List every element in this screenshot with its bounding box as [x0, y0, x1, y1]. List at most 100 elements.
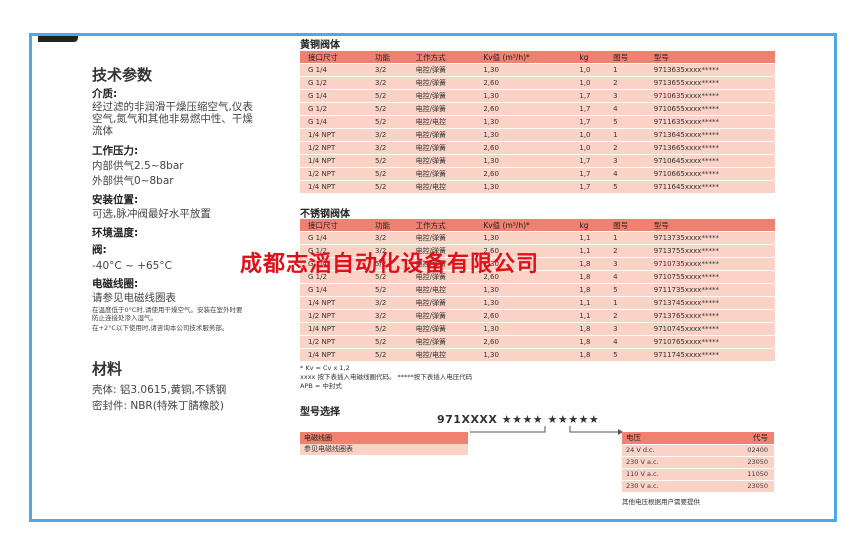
brass-col-header: 图号 — [605, 51, 646, 64]
table-cell: 1 — [605, 128, 646, 142]
note-small-1: 在温度低于0°C时,请使用干燥空气。安装在室外时要 — [92, 306, 243, 314]
voltage-row: 110 V a.c. 11050 — [622, 468, 774, 480]
medium-text-3: 流体 — [92, 125, 113, 137]
table-cell: 3/2 — [367, 141, 408, 155]
brass-col-header: Kv值 (m³/h)* — [475, 51, 572, 64]
voltage-code-header: 代号 — [753, 433, 768, 442]
note-xxxx: xxxx 按下表插入电磁线圈代码。 *****按下表插入电压代码 — [300, 373, 473, 381]
table-cell: 电控/电控 — [407, 348, 476, 361]
note-kv: * Kv = Cv x 1,2 — [300, 364, 350, 372]
material-seal: 密封件: NBR(特殊丁腈橡胶) — [92, 400, 224, 412]
table-cell: 5/2 — [367, 102, 408, 116]
table-cell: 1,8 — [571, 283, 606, 297]
table-cell: 电控/弹簧 — [407, 167, 476, 181]
table-cell: 1,7 — [571, 89, 606, 103]
table-cell: 9713635xxxx***** — [645, 63, 775, 77]
steel-col-header: Kv值 (m³/h)* — [475, 219, 572, 232]
medium-text-1: 经过滤的非润滑干燥压缩空气,仪表 — [92, 101, 253, 113]
table-cell: 5 — [605, 180, 646, 193]
table-cell: 9710735xxxx***** — [645, 257, 775, 271]
table-cell: 1/4 NPT — [300, 348, 368, 361]
voltage-code: 23050 — [747, 458, 768, 466]
table-row: G 1/4 5/2 电控/电控 1,30 1,7 5 9711635xxxx***** — [300, 115, 775, 129]
table-row: G 1/4 3/2 电控/弹簧 1,30 1,1 1 9713735xxxx***** — [300, 231, 775, 245]
coil-header: 电磁线圈 — [300, 432, 468, 444]
model-title: 型号选择 — [300, 407, 340, 418]
table-cell: 3/2 — [367, 296, 408, 310]
table-cell: 4 — [605, 270, 646, 284]
table-cell: 1/4 NPT — [300, 154, 368, 168]
table-cell: 3 — [605, 322, 646, 336]
table-cell: 1/2 NPT — [300, 167, 368, 181]
coil-box: 电磁线圈 参见电磁线圈表 — [300, 432, 468, 455]
table-cell: 1,7 — [571, 102, 606, 116]
table-cell: 1,7 — [571, 115, 606, 129]
table-cell: 电控/弹簧 — [407, 296, 476, 310]
table-row: G 1/4 3/2 电控/弹簧 1,30 1,0 1 9713635xxxx***** — [300, 63, 775, 77]
table-cell: 5/2 — [367, 348, 408, 361]
valve-temp: -40°C ~ +65°C — [92, 260, 172, 272]
table-cell: 5/2 — [367, 154, 408, 168]
pressure-label: 工作压力: — [92, 145, 139, 157]
medium-label: 介质: — [92, 88, 118, 100]
table-cell: 1,7 — [571, 154, 606, 168]
table-cell: 电控/弹簧 — [407, 322, 476, 336]
brass-col-header: 工作方式 — [407, 51, 476, 64]
voltage-arrow-line — [569, 426, 618, 433]
table-cell: 1,1 — [571, 231, 606, 245]
table-cell: 1 — [605, 296, 646, 310]
voltage-header-label: 电压 — [626, 433, 641, 442]
table-cell: 5/2 — [367, 167, 408, 181]
table-cell: 5/2 — [367, 335, 408, 349]
table-cell: 电控/弹簧 — [407, 76, 476, 90]
voltage-value: 230 V a.c. — [626, 482, 659, 490]
note-small-3: 在+2°C以下使用时,请咨询本公司技术服务部。 — [92, 324, 229, 332]
valve-label: 阀: — [92, 244, 107, 256]
table-cell: 电控/电控 — [407, 180, 476, 193]
table-cell: 5 — [605, 283, 646, 297]
steel-col-header: 型号 — [645, 219, 775, 232]
watermark: 成都志滔自动化设备有限公司 — [240, 252, 540, 277]
table-cell: 1,30 — [475, 296, 572, 310]
table-cell: 1,30 — [475, 63, 572, 77]
table-row: 1/2 NPT 5/2 电控/弹簧 2,60 1,7 4 9710665xxxx***** — [300, 167, 775, 181]
table-row: G 1/4 5/2 电控/弹簧 1,30 1,7 3 9710635xxxx***** — [300, 89, 775, 103]
table-cell: G 1/4 — [300, 63, 368, 77]
table-cell: 电控/弹簧 — [407, 231, 476, 245]
steel-col-header: 功能 — [367, 219, 408, 232]
table-cell: 2 — [605, 76, 646, 90]
table-cell: 9711635xxxx***** — [645, 115, 775, 129]
voltage-value: 24 V d.c. — [626, 446, 655, 454]
table-cell: 9710745xxxx***** — [645, 322, 775, 336]
coil-row: 参见电磁线圈表 — [300, 444, 468, 455]
table-cell: 1,8 — [571, 270, 606, 284]
voltage-box: 电压 代号 24 V d.c. 02400 230 V a.c. 23050 110 V… — [622, 432, 774, 492]
table-cell: 1/4 NPT — [300, 296, 368, 310]
note-apb: APB = 中封式 — [300, 382, 342, 390]
table-cell: 1/4 NPT — [300, 322, 368, 336]
table-cell: 2 — [605, 244, 646, 258]
table-cell: 9711745xxxx***** — [645, 348, 775, 361]
table-cell: 9713745xxxx***** — [645, 296, 775, 310]
table-cell: G 1/4 — [300, 283, 368, 297]
table-cell: 3/2 — [367, 63, 408, 77]
voltage-row: 230 V a.c. 23050 — [622, 456, 774, 468]
material-body: 壳体: 铝3.0615,黄铜,不锈钢 — [92, 384, 227, 396]
steel-table: 接口尺寸 功能 工作方式 Kv值 (m³/h)* kg 图号 型号 G 1/4 3/2 电控/弹… — [300, 219, 775, 361]
table-cell: G 1/4 — [300, 115, 368, 129]
table-cell: G 1/2 — [300, 76, 368, 90]
table-cell: G 1/4 — [300, 89, 368, 103]
table-cell: 电控/弹簧 — [407, 89, 476, 103]
table-cell: 1/2 NPT — [300, 335, 368, 349]
table-cell: 1,1 — [571, 244, 606, 258]
table-cell: 5/2 — [367, 115, 408, 129]
table-cell: 1,30 — [475, 348, 572, 361]
table-cell: 5 — [605, 348, 646, 361]
brass-col-header: 功能 — [367, 51, 408, 64]
table-cell: 2,60 — [475, 167, 572, 181]
table-cell: 1,30 — [475, 231, 572, 245]
table-cell: 1,8 — [571, 348, 606, 361]
table-cell: 9713765xxxx***** — [645, 309, 775, 323]
table-cell: 电控/弹簧 — [407, 102, 476, 116]
voltage-code: 11050 — [747, 470, 768, 478]
